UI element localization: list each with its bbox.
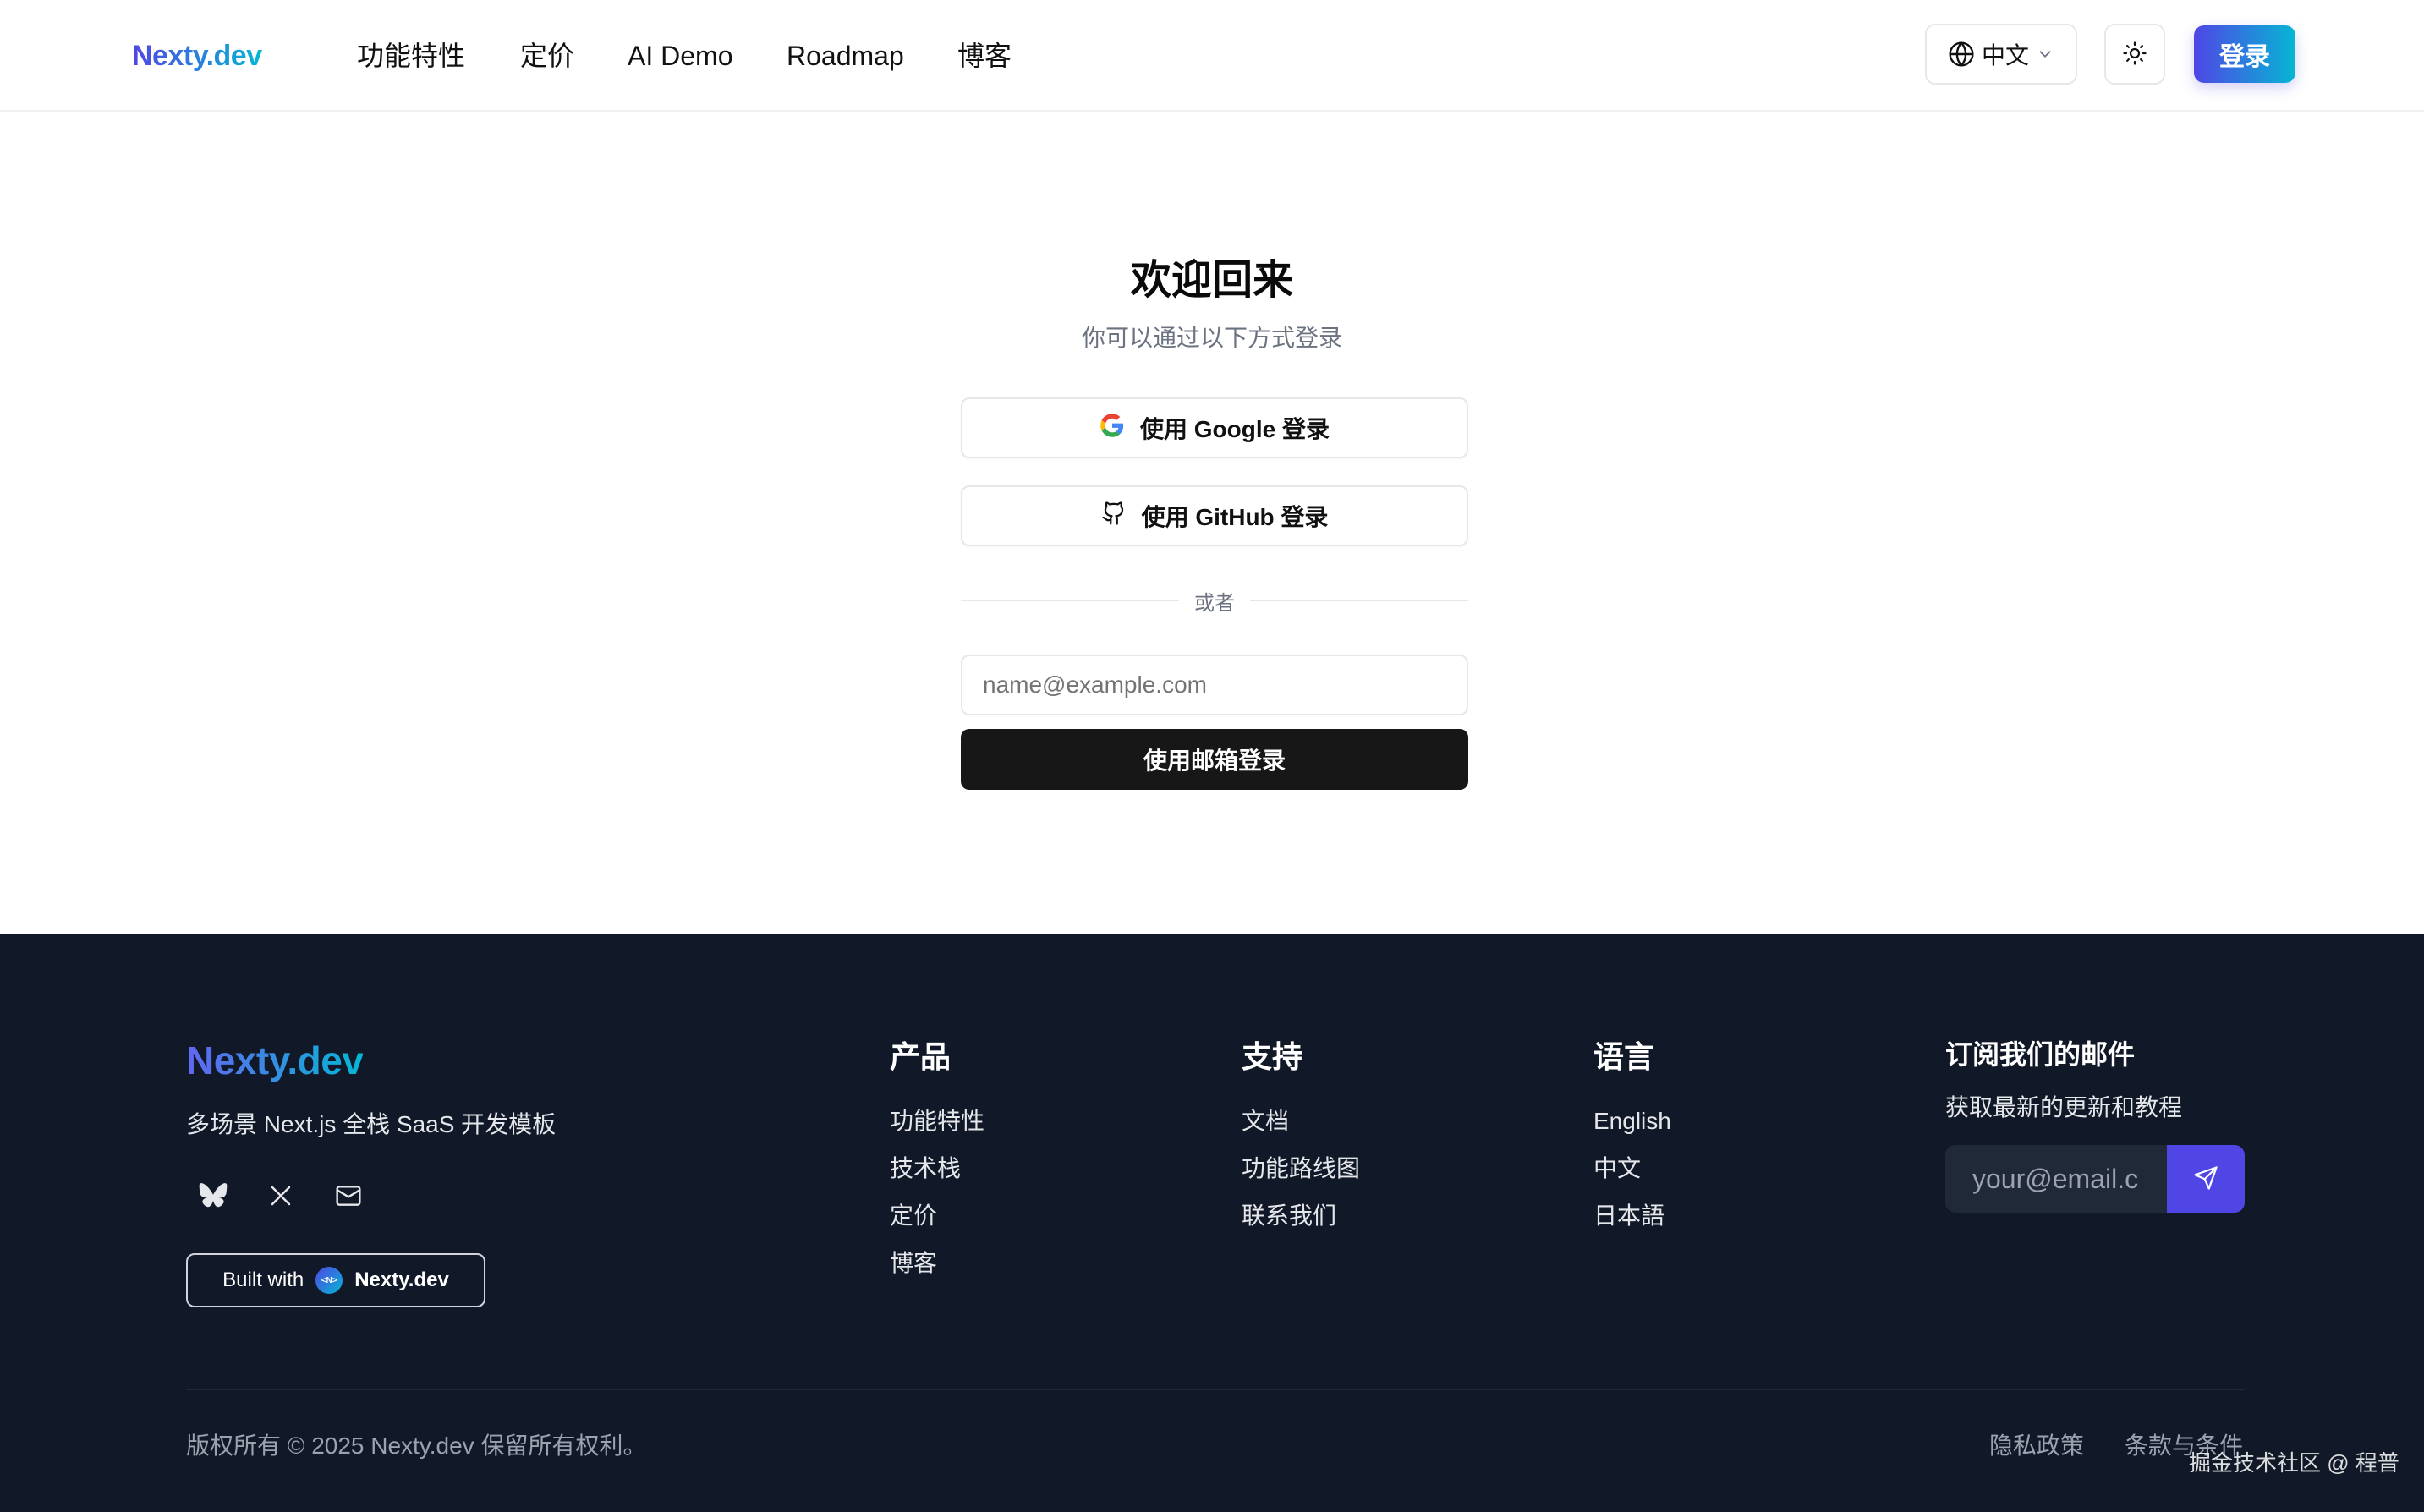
github-login-button[interactable]: 使用 GitHub 登录: [961, 485, 1468, 546]
chevron-down-icon: [2036, 45, 2054, 63]
built-with-brand: Nexty.dev: [354, 1268, 449, 1291]
bluesky-icon[interactable]: [196, 1179, 230, 1213]
footer-link-pricing[interactable]: 定价: [890, 1199, 937, 1233]
subscribe-title: 订阅我们的邮件: [1945, 1039, 2136, 1070]
footer-logo[interactable]: Nexty.dev: [186, 1035, 364, 1086]
page-title: 欢迎回来: [1130, 258, 1293, 303]
site-footer: Nexty.dev 多场景 Next.js 全栈 SaaS 开发模板 Built…: [0, 934, 2424, 1512]
divider-line-right: [1250, 600, 1468, 601]
divider-line-left: [961, 600, 1179, 601]
footer-link-docs[interactable]: 文档: [1242, 1104, 1289, 1138]
built-with-prefix: Built with: [222, 1268, 304, 1291]
divider-text: 或者: [1194, 591, 1235, 615]
subscribe-description: 获取最新的更新和教程: [1945, 1094, 2183, 1120]
github-icon: [1101, 501, 1127, 532]
copyright-text: 版权所有 © 2025 Nexty.dev 保留所有权利。: [186, 1433, 647, 1459]
language-selector-label: 中文: [1981, 42, 2029, 68]
google-icon: [1100, 413, 1125, 444]
built-with-badge[interactable]: Built with <N> Nexty.dev: [186, 1253, 485, 1307]
footer-link-features[interactable]: 功能特性: [890, 1104, 984, 1138]
or-divider: 或者: [961, 583, 1468, 617]
subscribe-submit-button[interactable]: [2167, 1145, 2245, 1213]
email-login-button[interactable]: 使用邮箱登录: [961, 729, 1468, 790]
footer-col-title-product: 产品: [890, 1039, 952, 1074]
globe-icon: [1948, 41, 1975, 68]
nav-item-pricing[interactable]: 定价: [520, 34, 574, 78]
footer-link-tech-stack[interactable]: 技术栈: [890, 1152, 961, 1186]
login-section: 欢迎回来 你可以通过以下方式登录 使用 Google 登录 使用 GitHub …: [0, 113, 2424, 934]
watermark: 掘金技术社区 @ 程普: [2189, 1450, 2399, 1476]
github-login-label: 使用 GitHub 登录: [1141, 504, 1329, 530]
theme-toggle-button[interactable]: [2104, 24, 2165, 85]
page-subtitle: 你可以通过以下方式登录: [1081, 325, 1342, 351]
language-selector-button[interactable]: 中文: [1925, 24, 2077, 85]
site-header: Nexty.dev 功能特性 定价 AI Demo Roadmap 博客 中文 …: [0, 0, 2424, 112]
nav-item-blog[interactable]: 博客: [957, 34, 1012, 78]
footer-divider: [186, 1389, 2245, 1390]
site-logo[interactable]: Nexty.dev: [132, 37, 262, 74]
google-login-label: 使用 Google 登录: [1139, 416, 1330, 442]
google-login-button[interactable]: 使用 Google 登录: [961, 397, 1468, 458]
mail-icon[interactable]: [332, 1179, 365, 1213]
nav-item-ai-demo[interactable]: AI Demo: [628, 34, 732, 78]
footer-col-title-language: 语言: [1593, 1039, 1655, 1074]
footer-tagline: 多场景 Next.js 全栈 SaaS 开发模板: [186, 1111, 557, 1137]
sun-icon: [2122, 41, 2147, 68]
footer-link-japanese[interactable]: 日本語: [1593, 1199, 1664, 1233]
email-input[interactable]: [961, 655, 1468, 715]
footer-link-blog[interactable]: 博客: [890, 1246, 937, 1280]
privacy-policy-link[interactable]: 隐私政策: [1989, 1429, 2084, 1463]
x-icon[interactable]: [264, 1179, 298, 1213]
nexty-logo-icon: <N>: [315, 1267, 343, 1294]
header-login-button[interactable]: 登录: [2194, 25, 2295, 83]
footer-link-roadmap[interactable]: 功能路线图: [1242, 1152, 1360, 1186]
send-icon: [2193, 1165, 2218, 1193]
footer-col-title-support: 支持: [1242, 1039, 1303, 1074]
footer-link-contact[interactable]: 联系我们: [1242, 1199, 1336, 1233]
nav-item-features[interactable]: 功能特性: [357, 34, 465, 78]
footer-link-chinese[interactable]: 中文: [1593, 1152, 1641, 1186]
subscribe-email-input[interactable]: [1945, 1145, 2167, 1213]
footer-link-english[interactable]: English: [1593, 1104, 1671, 1138]
nav-item-roadmap[interactable]: Roadmap: [787, 34, 904, 78]
